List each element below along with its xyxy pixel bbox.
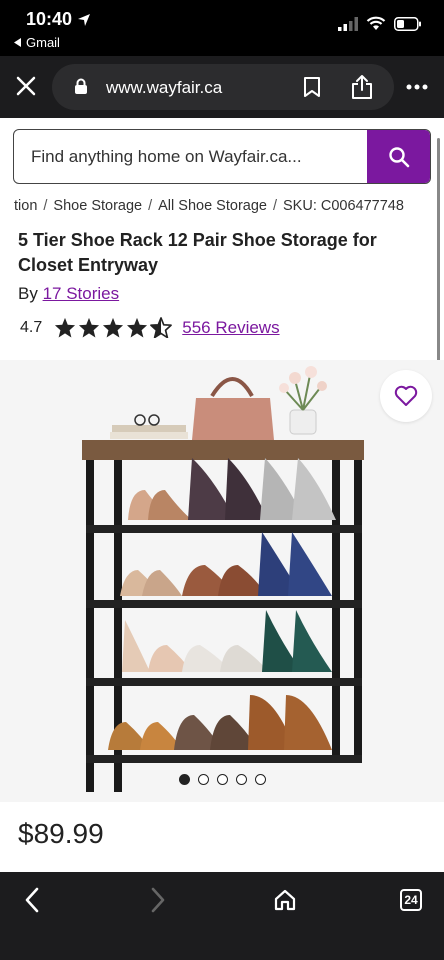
rating-value: 4.7 xyxy=(20,318,43,336)
star-full-icon xyxy=(79,317,100,338)
search-button[interactable] xyxy=(367,130,430,183)
tabs-button[interactable]: 24 xyxy=(393,882,429,918)
breadcrumb-separator: / xyxy=(272,198,277,214)
more-options-button[interactable] xyxy=(404,74,430,100)
brand-byline: By 17 Stories xyxy=(18,284,119,304)
battery-icon xyxy=(394,16,421,31)
star-full-icon xyxy=(127,317,148,338)
search-input[interactable] xyxy=(14,130,367,183)
heart-icon xyxy=(394,385,418,406)
star-partial-icon xyxy=(150,317,173,338)
pagination-dot[interactable] xyxy=(216,774,228,785)
signal-icon xyxy=(338,16,358,31)
breadcrumb-separator: / xyxy=(43,198,48,214)
close-button[interactable] xyxy=(12,72,40,100)
product-image xyxy=(82,366,364,792)
back-triangle-icon xyxy=(14,38,21,47)
pagination-dot[interactable] xyxy=(197,774,209,785)
location-arrow-icon xyxy=(78,13,91,26)
back-button[interactable] xyxy=(14,882,50,918)
status-time: 10:40 xyxy=(26,9,91,30)
brand-link[interactable]: 17 Stories xyxy=(43,284,120,303)
chevron-left-icon xyxy=(25,887,39,913)
back-to-app[interactable]: Gmail xyxy=(14,35,60,50)
product-title: 5 Tier Shoe Rack 12 Pair Shoe Storage fo… xyxy=(18,230,377,275)
chevron-right-icon xyxy=(151,887,165,913)
browser-bar: www.wayfair.ca xyxy=(0,56,444,118)
pagination-dot[interactable] xyxy=(235,774,247,785)
breadcrumb-item[interactable]: Shoe Storage xyxy=(53,198,142,214)
status-icons xyxy=(338,16,422,31)
breadcrumb-sku: SKU: C006477748 xyxy=(283,198,404,214)
search-icon xyxy=(388,146,409,167)
by-label: By xyxy=(18,284,38,303)
tab-count-badge: 24 xyxy=(400,889,422,911)
home-button[interactable] xyxy=(267,882,303,918)
status-bar: 10:40 Gmail xyxy=(0,0,444,56)
search-bar xyxy=(13,129,431,184)
close-icon xyxy=(16,76,36,96)
favorite-button[interactable] xyxy=(380,370,432,422)
bookmark-icon[interactable] xyxy=(302,76,322,98)
back-app-label: Gmail xyxy=(26,35,60,50)
product-price: $89.99 xyxy=(18,818,104,849)
product-image-gallery[interactable] xyxy=(0,360,444,802)
clock: 10:40 xyxy=(26,9,73,29)
breadcrumb-separator: / xyxy=(148,198,153,214)
image-pagination xyxy=(0,774,444,785)
wifi-icon xyxy=(366,16,386,30)
star-full-icon xyxy=(55,317,76,338)
ellipsis-icon xyxy=(406,84,428,90)
breadcrumb-item[interactable]: tion xyxy=(14,198,37,214)
address-bar[interactable]: www.wayfair.ca xyxy=(52,64,394,110)
url-text: www.wayfair.ca xyxy=(106,78,223,97)
star-rating xyxy=(54,317,173,338)
pagination-dot-active[interactable] xyxy=(178,774,190,785)
star-full-icon xyxy=(103,317,124,338)
browser-toolbar: 24 xyxy=(0,872,444,960)
breadcrumb-item[interactable]: All Shoe Storage xyxy=(158,198,267,214)
pagination-dot[interactable] xyxy=(254,774,266,785)
forward-button[interactable] xyxy=(140,882,176,918)
rating-row: 4.7 556 Reviews xyxy=(20,317,280,338)
share-icon[interactable] xyxy=(350,74,374,100)
web-page: tion / Shoe Storage / All Shoe Storage / SKU: … xyxy=(0,118,444,872)
home-icon xyxy=(274,889,296,911)
scroll-indicator[interactable] xyxy=(437,138,440,368)
reviews-link[interactable]: 556 Reviews xyxy=(182,318,279,338)
lock-icon xyxy=(75,78,87,94)
breadcrumb: tion / Shoe Storage / All Shoe Storage / SKU: … xyxy=(14,198,404,214)
